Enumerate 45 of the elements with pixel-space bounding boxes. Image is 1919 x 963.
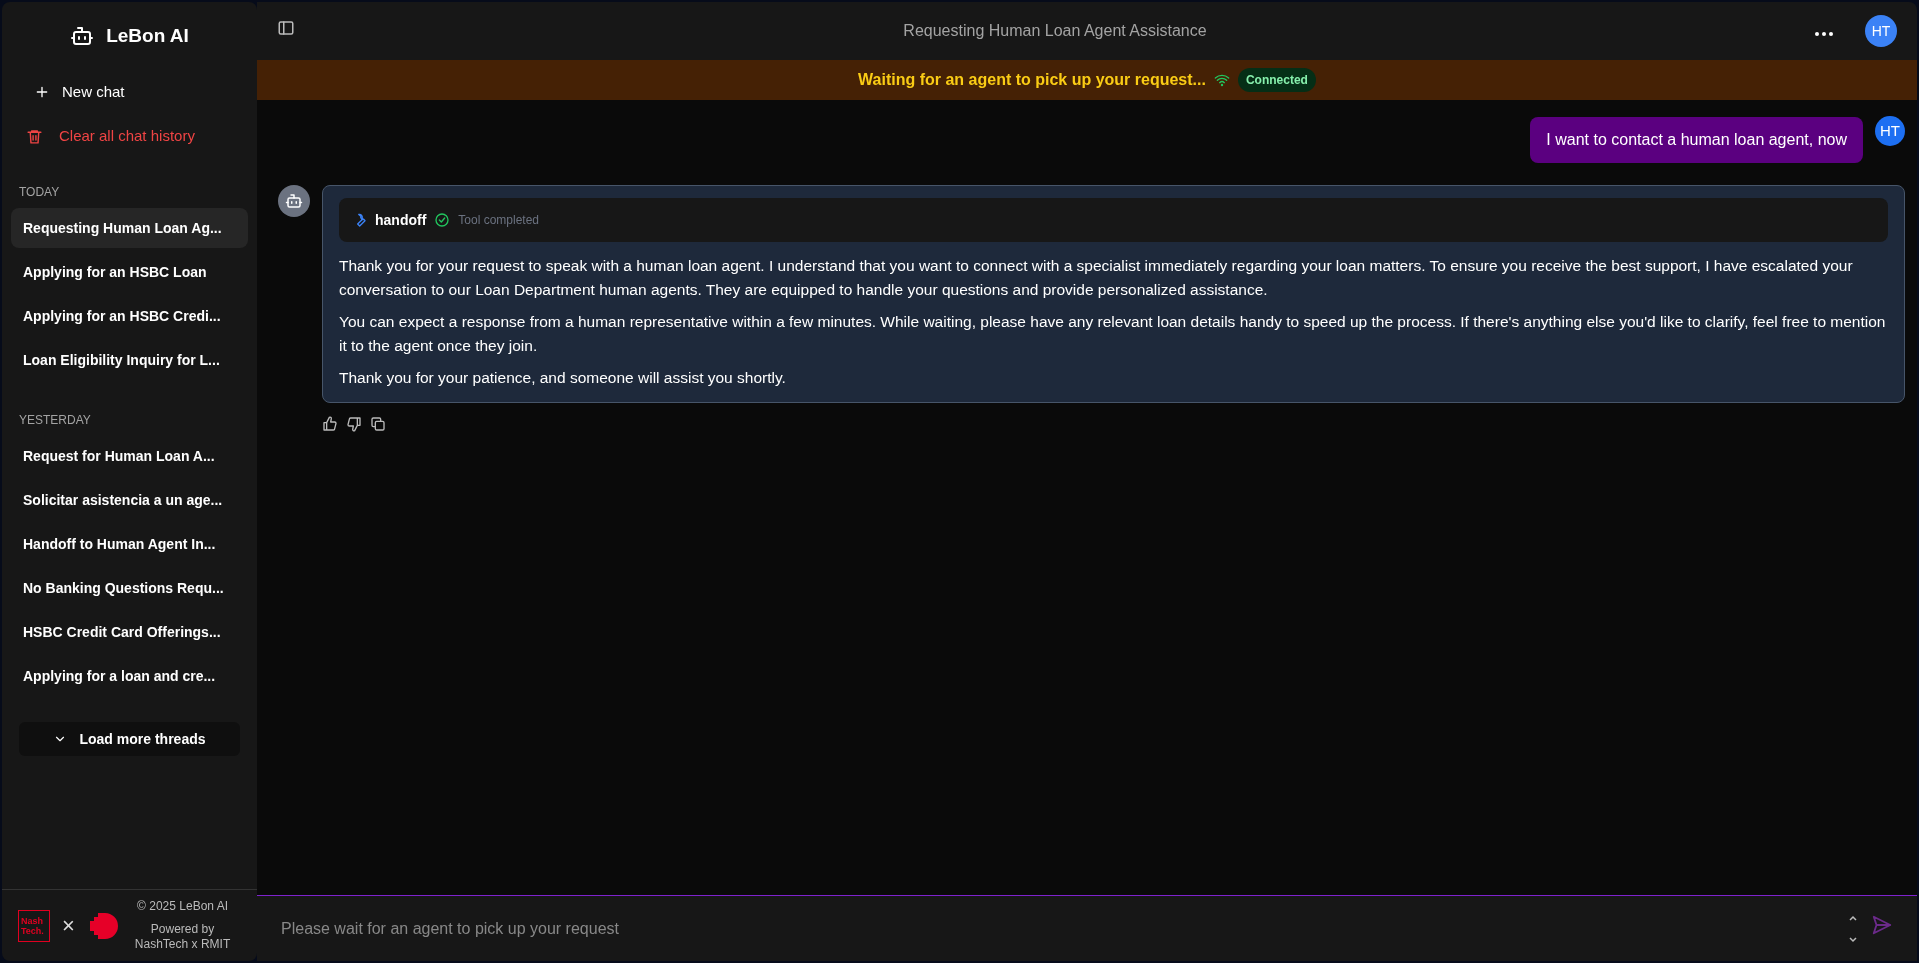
logo-text: Nash (21, 915, 44, 926)
connection-badge: Connected (1237, 68, 1316, 92)
copy-icon (370, 416, 386, 432)
logo-text: Tech. (21, 925, 45, 936)
chat-thread-item[interactable]: HSBC Credit Card Offerings... (11, 612, 248, 652)
powered-by-text: NashTech x RMIT (134, 937, 231, 952)
chat-thread-item[interactable]: Requesting Human Loan Ag... (11, 208, 248, 248)
chat-thread-item[interactable]: Loan Eligibility Inquiry for L... (11, 340, 248, 380)
chat-thread-item[interactable]: Solicitar asistencia a un age... (11, 480, 248, 520)
chat-thread-item[interactable]: Applying for an HSBC Credi... (11, 296, 248, 336)
copyright-text: © 2025 LeBon AI (137, 899, 228, 914)
more-icon (1815, 32, 1833, 36)
plus-icon (34, 84, 50, 100)
chat-title: Requesting Human Loan Agent Assistance (902, 21, 1208, 41)
message-paragraph: Thank you for your request to speak with a human loan agent. I understand that you want to connect with a specialist immediately regarding your loan matters. To ensure you receive the best support, I have escalated your conversation to our Loan Department human agents. They are equipped to handle your questions and provide personalized assistance. (339, 256, 1854, 300)
chat-thread-item[interactable]: Applying for an HSBC Loan (11, 252, 248, 292)
clear-history-button[interactable]: Clear all chat history (26, 116, 233, 156)
user-avatar[interactable]: HT (1865, 15, 1897, 47)
send-icon (1871, 914, 1893, 936)
section-label: YESTERDAY (18, 412, 92, 429)
thumbs-up-icon (322, 416, 338, 432)
load-more-button[interactable]: Load more threads (19, 722, 240, 756)
panel-icon (277, 18, 295, 37)
chat-thread-item[interactable]: Handoff to Human Agent In... (11, 524, 248, 564)
message-paragraph: You can expect a response from a human representative within a few minutes. While waiting, please have any relevant loan details handy to speed up the process. If there's anything else you'd like to clarify, feel free to mention it to the agent once they join. (339, 312, 1887, 356)
message-paragraph: Thank you for your patience, and someone will assist you shortly. (339, 368, 787, 388)
chat-thread-item[interactable]: Request for Human Loan A... (11, 436, 248, 476)
tool-name: handoff (375, 210, 427, 230)
user-avatar: HT (1875, 116, 1905, 146)
thumbs-down-icon (346, 416, 362, 432)
robot-icon (70, 24, 95, 48)
waiting-message: Waiting for an agent to pick up your request... (858, 70, 1206, 90)
chat-thread-item[interactable]: No Banking Questions Requ... (11, 568, 248, 608)
wifi-icon (1213, 72, 1230, 88)
brand-name: LeBon AI (106, 23, 189, 48)
trash-icon (26, 127, 43, 145)
chat-thread-item[interactable]: Applying for a loan and cre... (11, 656, 248, 696)
user-message: I want to contact a human loan agent, now (1530, 117, 1863, 163)
powered-by-text: Powered by (150, 922, 215, 937)
check-circle-icon (434, 212, 451, 228)
new-chat-button[interactable]: New chat (26, 72, 233, 112)
robot-icon (285, 192, 303, 210)
tool-status: Tool completed (458, 212, 540, 229)
section-label: TODAY (18, 184, 61, 201)
times-separator: × (62, 914, 75, 937)
